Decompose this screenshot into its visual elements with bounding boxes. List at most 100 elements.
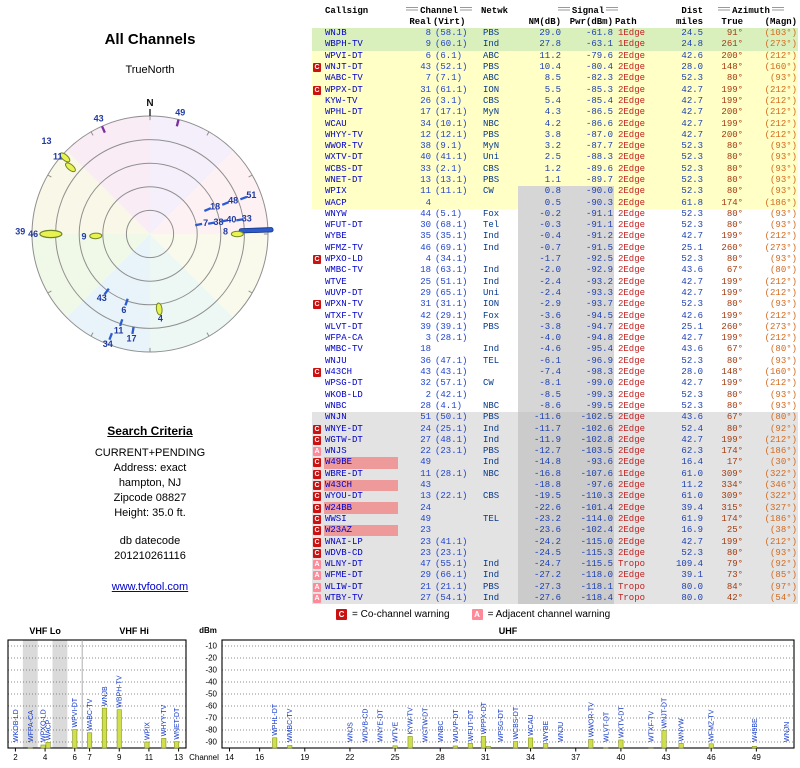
callsign-link[interactable]: WTXF-TV: [324, 310, 398, 321]
callsign-link[interactable]: WDVB-CD: [324, 548, 398, 559]
radar-channel-label: 13: [42, 136, 52, 146]
callsign-link[interactable]: WHYY-TV: [324, 130, 398, 141]
station-label: WFPA-CA: [28, 710, 35, 742]
station-label: WCAU: [528, 715, 535, 736]
callsign-link[interactable]: WFME-DT: [324, 570, 398, 581]
callsign-link[interactable]: WTVE: [324, 277, 398, 288]
cell-virtual-channel: (31.1): [432, 299, 480, 310]
station-label: WDVB-CD: [363, 709, 370, 742]
callsign-link[interactable]: WUVP-DT: [324, 288, 398, 299]
callsign-link[interactable]: WLNY-DT: [324, 559, 398, 570]
callsign-link[interactable]: WNJT-DT: [324, 62, 398, 73]
callsign-link[interactable]: WWOR-TV: [324, 141, 398, 152]
cell-path: 2Edge: [614, 220, 658, 231]
callsign-link[interactable]: WMBC-TV: [324, 344, 398, 355]
cell-virtual-channel: [432, 525, 480, 536]
cell-virtual-channel: [432, 197, 480, 208]
cell-azimuth-true: 73°: [704, 570, 744, 581]
cell-real-channel: 11: [398, 186, 432, 197]
table-row: WMBC-TV18Ind-4.6-95.42Edge43.667°(80°): [312, 344, 798, 355]
callsign-link[interactable]: WCBS-DT: [324, 164, 398, 175]
callsign-link[interactable]: WTBY-TV: [324, 593, 398, 604]
cell-path: 2Edge: [614, 480, 658, 491]
callsign-link[interactable]: WNET-DT: [324, 175, 398, 186]
cell-real-channel: 32: [398, 378, 432, 389]
callsign-link[interactable]: WXTV-DT: [324, 152, 398, 163]
cell-power: -85.3: [562, 84, 614, 95]
cell-network: [480, 333, 518, 344]
callsign-link[interactable]: WMBC-TV: [324, 265, 398, 276]
cell-real-channel: 18: [398, 344, 432, 355]
station-label: WPVI-DT: [72, 697, 79, 727]
cell-warning: C: [312, 435, 324, 446]
cell-virtual-channel: (21.1): [432, 582, 480, 593]
station-label: WPSG-DT: [498, 708, 505, 742]
cell-real-channel: 51: [398, 412, 432, 423]
cell-network: PBS: [480, 446, 518, 457]
cell-virtual-channel: (22.1): [432, 491, 480, 502]
cell-warning: A: [312, 446, 324, 457]
callsign-link[interactable]: WPXO-LD: [324, 254, 398, 265]
callsign-link[interactable]: WWSI: [324, 514, 398, 525]
callsign-link[interactable]: W43CH: [324, 480, 398, 491]
cell-power: -93.7: [562, 299, 614, 310]
callsign-link[interactable]: W24BB: [324, 502, 398, 513]
callsign-link[interactable]: WCAU: [324, 118, 398, 129]
callsign-link[interactable]: WNYE-DT: [324, 423, 398, 434]
callsign-link[interactable]: WNJB: [324, 28, 398, 39]
cell-azimuth-true: 80°: [704, 209, 744, 220]
table-row: WTVE25(51.1)Ind-2.4-93.22Edge42.7199°(21…: [312, 277, 798, 288]
callsign-link[interactable]: WNAI-LP: [324, 536, 398, 547]
cell-power: -107.6: [562, 469, 614, 480]
cell-virtual-channel: (58.1): [432, 28, 480, 39]
cell-azimuth-true: 42°: [704, 593, 744, 604]
callsign-link[interactable]: WKOB-LD: [324, 390, 398, 401]
cell-path: 2Edge: [614, 107, 658, 118]
cell-power: -86.6: [562, 118, 614, 129]
callsign-link[interactable]: W43CH: [324, 367, 398, 378]
callsign-link[interactable]: WFPA-CA: [324, 333, 398, 344]
callsign-link[interactable]: WYOU-DT: [324, 491, 398, 502]
callsign-link[interactable]: WPPX-DT: [324, 84, 398, 95]
callsign-link[interactable]: WBRE-DT: [324, 469, 398, 480]
cell-noise-margin: -27.2: [518, 570, 562, 581]
callsign-link[interactable]: WPIX: [324, 186, 398, 197]
callsign-link[interactable]: W23AZ: [324, 525, 398, 536]
callsign-link[interactable]: WPXN-TV: [324, 299, 398, 310]
cell-distance: 11.2: [658, 480, 704, 491]
cell-real-channel: 38: [398, 141, 432, 152]
adjacent-channel-warning-icon: A: [313, 447, 321, 456]
callsign-link[interactable]: WPHL-DT: [324, 107, 398, 118]
callsign-link[interactable]: WACP: [324, 197, 398, 208]
callsign-link[interactable]: WABC-TV: [324, 73, 398, 84]
cell-network: CW: [480, 186, 518, 197]
callsign-link[interactable]: WBPH-TV: [324, 39, 398, 50]
tvfool-link[interactable]: www.tvfool.com: [0, 581, 300, 593]
callsign-link[interactable]: WFMZ-TV: [324, 243, 398, 254]
callsign-link[interactable]: WLIW-DT: [324, 582, 398, 593]
cell-noise-margin: 4.3: [518, 107, 562, 118]
callsign-link[interactable]: WFUT-DT: [324, 220, 398, 231]
table-row: CW43CH43(43.1)-7.4-98.32Edge28.0148°(160…: [312, 367, 798, 378]
co-channel-warning-icon: C: [336, 609, 347, 620]
callsign-link[interactable]: WNJS: [324, 446, 398, 457]
callsign-link[interactable]: WNYW: [324, 209, 398, 220]
cell-azimuth-true: 80°: [704, 390, 744, 401]
table-row: CWGTW-DT27(48.1)Ind-11.9-102.82Edge42.71…: [312, 435, 798, 446]
cell-noise-margin: -8.5: [518, 390, 562, 401]
callsign-link[interactable]: WNBC: [324, 401, 398, 412]
header-channel-group: Channel: [398, 6, 480, 17]
callsign-link[interactable]: W49BE: [324, 457, 398, 468]
callsign-link[interactable]: WGTW-DT: [324, 435, 398, 446]
callsign-link[interactable]: WYBE: [324, 231, 398, 242]
cell-azimuth-magnetic: (160°): [744, 367, 798, 378]
callsign-link[interactable]: KYW-TV: [324, 96, 398, 107]
spectrum-chart: -10-20-30-40-50-60-70-80-90VHF LoVHF HiU…: [0, 624, 800, 766]
callsign-link[interactable]: WNJU: [324, 356, 398, 367]
callsign-link[interactable]: WLVT-DT: [324, 322, 398, 333]
cell-real-channel: 43: [398, 62, 432, 73]
callsign-link[interactable]: WPVI-DT: [324, 51, 398, 62]
table-row: WNBC28(4.1)NBC-8.6-99.52Edge52.380°(93°): [312, 401, 798, 412]
callsign-link[interactable]: WPSG-DT: [324, 378, 398, 389]
callsign-link[interactable]: WNJN: [324, 412, 398, 423]
